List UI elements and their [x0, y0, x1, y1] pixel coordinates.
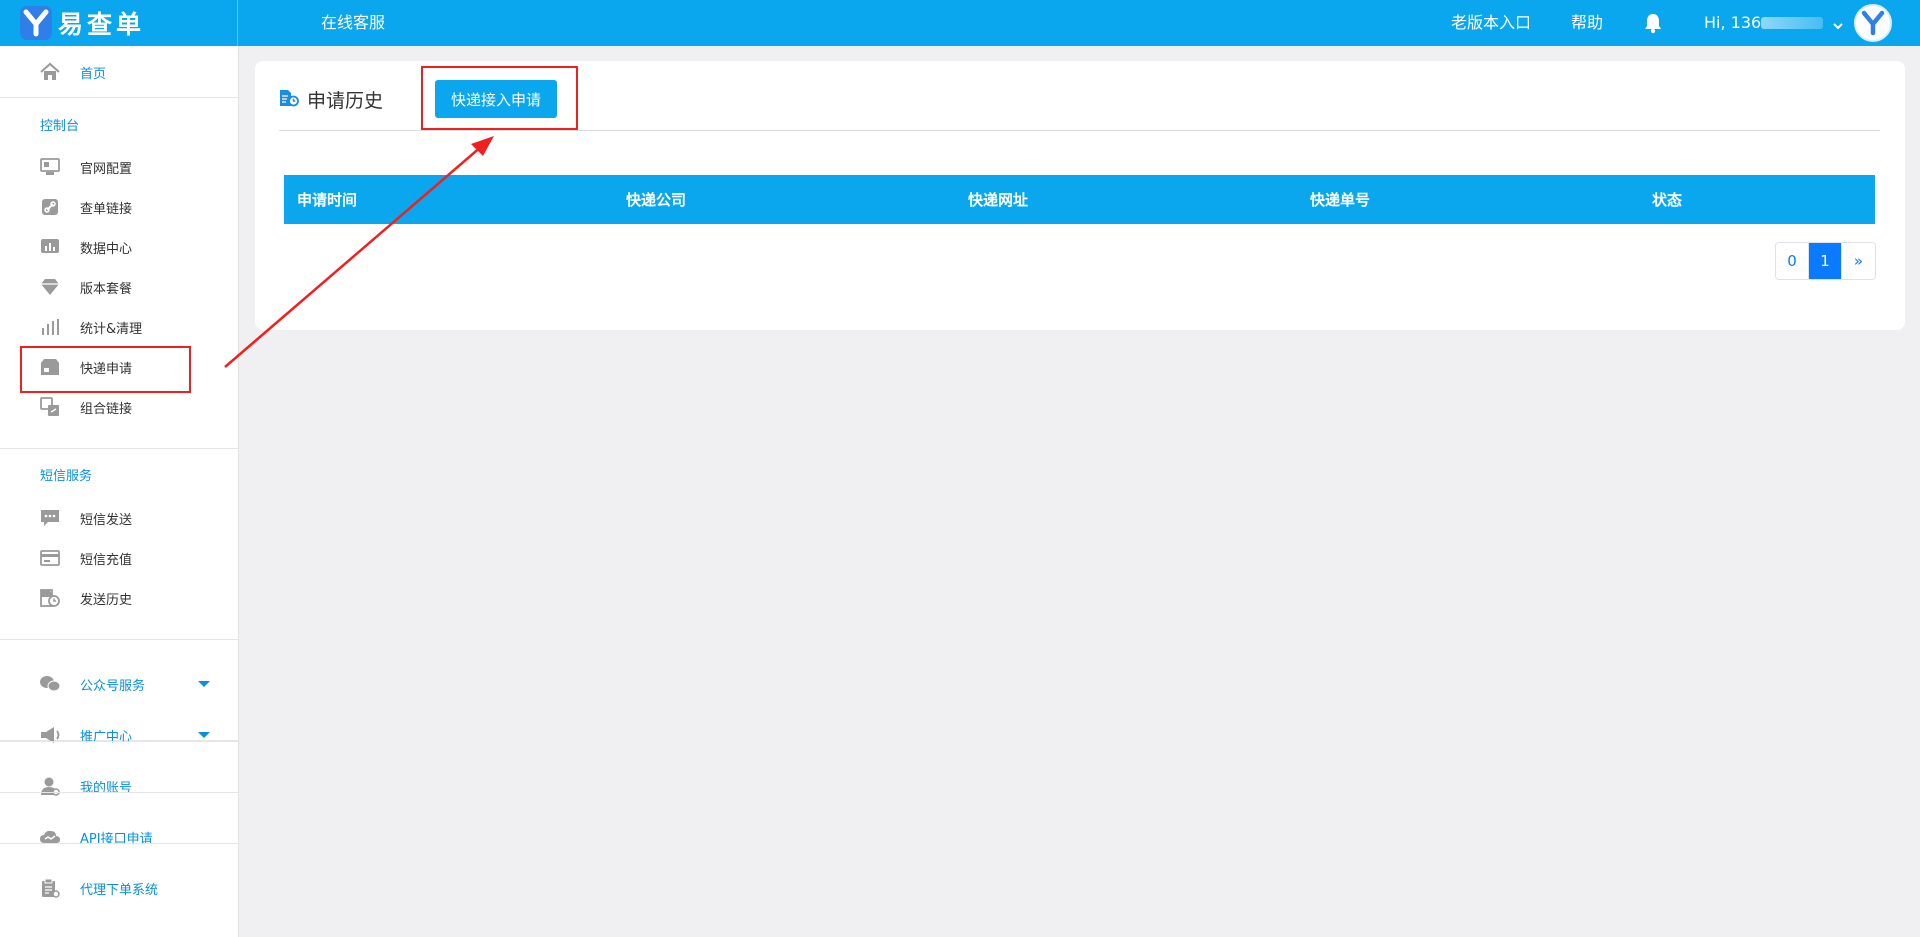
divider — [0, 639, 238, 640]
sidebar-item-label: 短信发送 — [80, 512, 133, 528]
chevron-down-icon[interactable] — [1832, 17, 1844, 30]
dashboard-icon — [38, 235, 62, 259]
column-header[interactable]: 快递公司 — [626, 175, 968, 224]
sidebar-item-label: 版本套餐 — [80, 281, 133, 297]
divider — [279, 130, 1880, 131]
diamond-icon — [38, 275, 62, 299]
user-icon — [38, 774, 62, 798]
sidebar-item-home[interactable]: 首页 — [0, 52, 238, 92]
divider — [0, 741, 238, 742]
sidebar-item-label: 数据中心 — [80, 241, 133, 257]
bell-icon[interactable] — [1642, 12, 1664, 34]
megaphone-icon — [38, 723, 62, 747]
page-button[interactable]: 0 — [1776, 243, 1809, 279]
card-icon — [38, 546, 62, 570]
logo-text: 易查单 — [58, 10, 146, 39]
pagination: 0 1 » — [1775, 242, 1876, 280]
annotation-box-button — [421, 66, 578, 130]
avatar[interactable] — [1854, 4, 1892, 42]
sidebar-item-sms-recharge[interactable]: 短信充值 — [0, 538, 238, 578]
top-bar: 易查单 在线客服 老版本入口 帮助 Hi, 136 — [0, 0, 1920, 46]
user-greeting[interactable]: Hi, 136 — [1704, 0, 1761, 46]
bar-chart-icon — [38, 315, 62, 339]
section-title-sms: 短信服务 — [40, 469, 93, 484]
page-button-active[interactable]: 1 — [1809, 243, 1842, 279]
sidebar-item-agent-order[interactable]: 代理下单系统 — [0, 868, 238, 908]
logo[interactable]: 易查单 — [0, 0, 238, 46]
sidebar-item-label: 首页 — [80, 66, 107, 82]
sidebar-item-data-center[interactable]: 数据中心 — [0, 227, 238, 267]
sidebar-item-label: 代理下单系统 — [80, 882, 159, 898]
table-header-row: 申请时间 快递公司 快递网址 快递单号 状态 — [284, 175, 1875, 224]
online-service-link[interactable]: 在线客服 — [321, 0, 385, 46]
page-title: 申请历史 — [307, 90, 384, 112]
sidebar-item-label: 组合链接 — [80, 401, 133, 417]
masked-phone — [1761, 17, 1823, 29]
cloud-icon — [38, 825, 62, 849]
sidebar-item-label: 官网配置 — [80, 161, 133, 177]
sidebar-item-label: 公众号服务 — [80, 678, 146, 694]
sidebar-item-promotion[interactable]: 推广中心 — [0, 715, 238, 755]
help-link[interactable]: 帮助 — [1571, 0, 1603, 46]
divider — [0, 843, 238, 844]
annotation-box-sidebar — [20, 346, 191, 393]
combo-link-icon — [38, 395, 62, 419]
sidebar-item-stats-clean[interactable]: 统计&清理 — [0, 307, 238, 347]
wechat-icon — [38, 672, 62, 696]
sidebar: 首页 控制台 官网配置 查单链接 数据中心 版本套餐 统计&清理 快递申请 组合… — [0, 46, 239, 937]
sidebar-item-send-history[interactable]: 发送历史 — [0, 578, 238, 618]
history-icon — [38, 586, 62, 610]
next-page-button[interactable]: » — [1842, 243, 1875, 279]
logo-y-icon — [20, 6, 52, 40]
column-header[interactable]: 快递网址 — [968, 175, 1310, 224]
column-header[interactable]: 状态 — [1652, 175, 1875, 224]
sidebar-item-label: 查单链接 — [80, 201, 133, 217]
column-header[interactable]: 申请时间 — [284, 175, 626, 224]
link-icon — [38, 195, 62, 219]
old-version-link[interactable]: 老版本入口 — [1451, 0, 1531, 46]
sidebar-item-wechat-service[interactable]: 公众号服务 — [0, 664, 238, 704]
history-icon — [279, 89, 299, 109]
sidebar-item-my-account[interactable]: 我的账号 — [0, 766, 238, 806]
column-header[interactable]: 快递单号 — [1310, 175, 1652, 224]
history-table: 申请时间 快递公司 快递网址 快递单号 状态 — [284, 175, 1875, 224]
sidebar-item-site-config[interactable]: 官网配置 — [0, 147, 238, 187]
sidebar-item-label: 短信充值 — [80, 552, 133, 568]
section-title-console: 控制台 — [40, 119, 80, 134]
sidebar-item-api-apply[interactable]: API接口申请 — [0, 817, 238, 857]
clipboard-icon — [38, 876, 62, 900]
divider — [0, 97, 238, 98]
sidebar-item-label: 统计&清理 — [80, 321, 143, 337]
sidebar-item-combo-link[interactable]: 组合链接 — [0, 387, 238, 427]
caret-down-icon[interactable] — [198, 681, 210, 687]
monitor-icon — [38, 155, 62, 179]
chat-icon — [38, 506, 62, 530]
sidebar-item-label: 发送历史 — [80, 592, 133, 608]
sidebar-item-version-plan[interactable]: 版本套餐 — [0, 267, 238, 307]
caret-down-icon[interactable] — [198, 732, 210, 738]
divider — [0, 448, 238, 449]
sidebar-item-sms-send[interactable]: 短信发送 — [0, 498, 238, 538]
sidebar-item-query-link[interactable]: 查单链接 — [0, 187, 238, 227]
divider — [0, 792, 238, 793]
home-icon — [38, 60, 62, 84]
